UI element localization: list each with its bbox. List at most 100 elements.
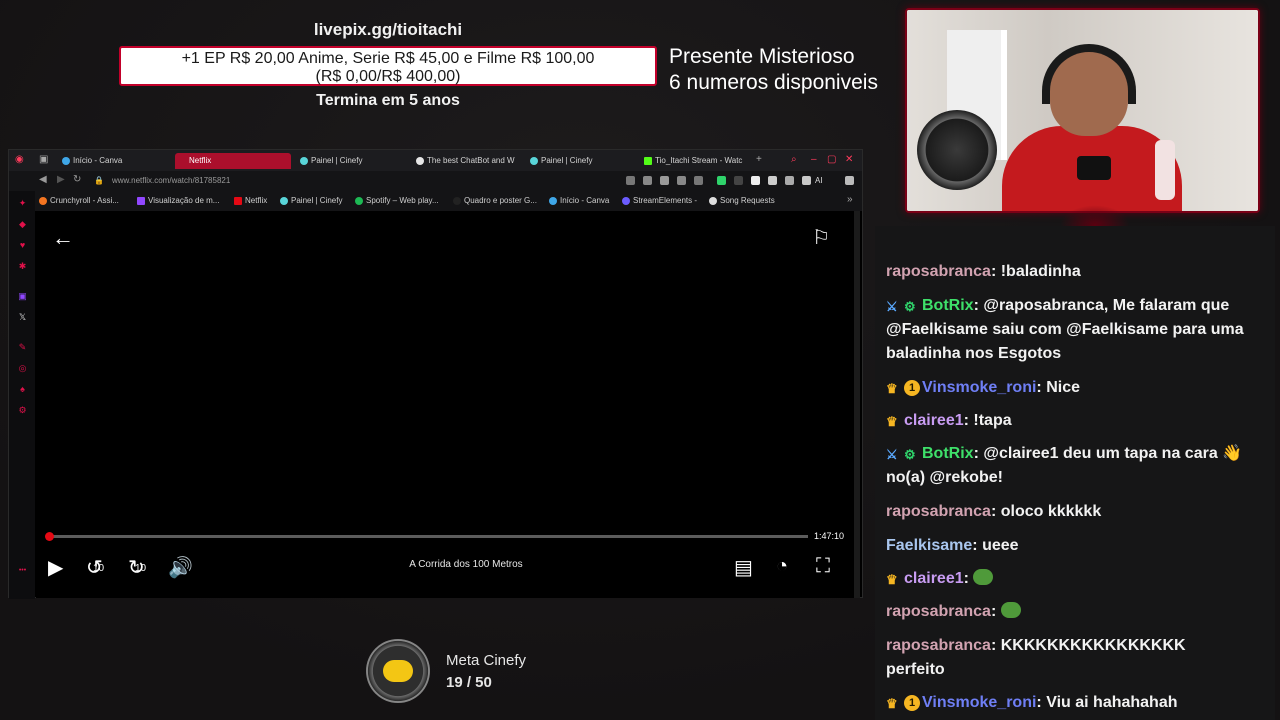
crown-badge-icon: ♛	[886, 572, 898, 587]
close-icon[interactable]: ✕	[845, 154, 853, 165]
tab-cinefy[interactable]: Painel | Cinefy	[297, 153, 409, 169]
chat-text: ueee	[982, 537, 1019, 554]
tab-bar: ◉ ▣ Início - Canva Netflix Painel | Cine…	[9, 150, 862, 171]
chatbot-icon	[416, 157, 424, 165]
sidebar-app-icon[interactable]: ✦	[18, 199, 27, 208]
goal-description: +1 EP R$ 20,00 Anime, Serie R$ 45,00 e F…	[181, 50, 595, 67]
chat-username[interactable]: raposabranca	[886, 603, 991, 620]
fullscreen-icon[interactable]: ⛶	[816, 555, 830, 578]
video-player[interactable]: ← ⚐ 1:47:10 ▶ ↺ 10 ↻ 10 🔊 A Corrida dos …	[36, 211, 856, 598]
browser-logo-icon[interactable]: ◉	[15, 154, 24, 165]
maximize-icon[interactable]: ▢	[827, 154, 836, 165]
lock-icon: 🔒	[94, 176, 104, 185]
sidebar-toggle-icon[interactable]	[845, 176, 854, 185]
reader-icon[interactable]	[643, 176, 652, 185]
volume-icon[interactable]: 🔊	[168, 555, 193, 580]
tab-netflix[interactable]: Netflix	[175, 153, 291, 169]
chat-username[interactable]: BotRix	[922, 445, 974, 462]
bookmark-cinefy[interactable]: Painel | Cinefy	[280, 196, 342, 205]
x-icon[interactable]: 𝕏	[18, 313, 27, 322]
tab-chatbot[interactable]: The best ChatBot and W	[413, 153, 525, 169]
bookmark-streamelements[interactable]: StreamElements -	[622, 196, 697, 205]
pepe-emote-icon	[1000, 602, 1021, 618]
playback-speed-icon[interactable]: ◔	[776, 555, 788, 578]
bot-badge-icon: ⚙	[904, 299, 916, 314]
play-icon[interactable]	[677, 176, 686, 185]
settings-icon[interactable]: ⚙	[18, 406, 27, 415]
chat-username[interactable]: Vinsmoke_roni	[922, 379, 1036, 396]
chat-username[interactable]: raposabranca	[886, 503, 991, 520]
browser-sidebar: ✦ ◆ ♥ ✱ ▣ 𝕏 ✎ ◎ ♠ ⚙ •••	[9, 191, 35, 599]
play-icon[interactable]: ▶	[48, 555, 63, 580]
bookmark-netflix[interactable]: Netflix	[234, 196, 267, 205]
back-icon[interactable]: ◀	[39, 174, 47, 185]
progress-knob[interactable]	[45, 532, 55, 541]
progress-bar[interactable]	[45, 532, 808, 541]
forward-icon[interactable]: ▶	[57, 174, 65, 185]
netflix-icon	[234, 197, 242, 205]
sidebar-app-icon[interactable]: ◆	[18, 220, 27, 229]
sidebar-app-icon[interactable]: ♥	[18, 241, 27, 250]
goal-count: 19 / 50	[446, 674, 492, 691]
workspaces-icon[interactable]: ▣	[39, 154, 48, 165]
sidebar-app-icon[interactable]: ◎	[18, 364, 27, 373]
sidebar-app-icon[interactable]: ✱	[18, 262, 27, 271]
bookmark-label: StreamElements -	[633, 196, 698, 205]
new-tab-icon[interactable]: +	[756, 154, 762, 165]
tab-kick-stream[interactable]: Tio_Itachi Stream - Watc	[641, 153, 753, 169]
chat-username[interactable]: clairee1	[904, 412, 964, 429]
screenshot-icon[interactable]	[626, 176, 635, 185]
sidebar-app-icon[interactable]: ♠	[18, 385, 27, 394]
chat-username[interactable]: raposabranca	[886, 263, 991, 280]
page-scrollbar[interactable]	[854, 211, 860, 598]
gift-icon[interactable]	[694, 176, 703, 185]
chat-username[interactable]: raposabranca	[886, 637, 991, 654]
extension-icon[interactable]	[751, 176, 760, 185]
chat-message: ♛ clairee1:	[886, 567, 1244, 591]
report-flag-icon[interactable]: ⚐	[812, 225, 830, 250]
bookmark-canva[interactable]: Início - Canva	[549, 196, 609, 205]
tab-cinefy-2[interactable]: Painel | Cinefy	[527, 153, 639, 169]
subscriber-badge-icon: 1	[904, 695, 920, 711]
goal-progress: (R$ 0,00/R$ 400,00)	[315, 68, 461, 85]
sidebar-app-icon[interactable]: ✎	[18, 343, 27, 352]
minimize-icon[interactable]: –	[811, 154, 817, 165]
shield-icon[interactable]	[660, 176, 669, 185]
chat-text: !baladinha	[1000, 263, 1081, 280]
sidebar-more-icon[interactable]: •••	[18, 566, 27, 575]
chat-message: raposabranca: !baladinha	[886, 263, 1081, 280]
bookmark-song-requests[interactable]: Song Requests	[709, 196, 775, 205]
bookmarks-bar: Crunchyroll - Assi... Visualização de m.…	[9, 191, 862, 211]
chat-username[interactable]: Vinsmoke_roni	[922, 694, 1036, 711]
bot-badge-icon: ⚙	[904, 447, 916, 462]
bookmarks-overflow-icon[interactable]: »	[847, 194, 853, 205]
canva-icon	[62, 157, 70, 165]
extension-icon[interactable]	[734, 176, 743, 185]
ai-extension-label[interactable]: AI	[815, 176, 823, 185]
chat-message: ♛ 1 Vinsmoke_roni: Viu ai hahahahah	[886, 694, 1178, 711]
extension-green-icon[interactable]	[717, 176, 726, 185]
subtitles-icon[interactable]: ▤	[734, 555, 753, 580]
chat-username[interactable]: BotRix	[922, 297, 974, 314]
chat-message: Faelkisame: ueee	[886, 537, 1019, 554]
song-requests-icon	[709, 197, 717, 205]
back-arrow-icon[interactable]: ←	[52, 225, 74, 251]
twitch-icon[interactable]: ▣	[18, 292, 27, 301]
extension-icon[interactable]	[785, 176, 794, 185]
bookmark-spotify[interactable]: Spotify – Web play...	[355, 196, 439, 205]
url-field[interactable]: www.netflix.com/watch/81785821	[112, 176, 230, 185]
bookmark-quadro[interactable]: Quadro e poster G...	[453, 196, 537, 205]
bookmark-twitch[interactable]: Visualização de m...	[137, 196, 219, 205]
extension-icon[interactable]	[768, 176, 777, 185]
shirt-logo	[1077, 156, 1111, 180]
bookmark-label: Visualização de m...	[148, 196, 220, 205]
chat-username[interactable]: Faelkisame	[886, 537, 972, 554]
bookmark-label: Spotify – Web play...	[366, 196, 439, 205]
search-tabs-icon[interactable]: ⌕	[791, 154, 797, 165]
tab-canva[interactable]: Início - Canva	[59, 153, 171, 169]
reload-icon[interactable]: ↻	[73, 174, 81, 185]
chat-username[interactable]: clairee1	[904, 570, 964, 587]
subscriber-badge-icon: 1	[904, 380, 920, 396]
bookmark-crunchyroll[interactable]: Crunchyroll - Assi...	[39, 196, 119, 205]
extension-icon[interactable]	[802, 176, 811, 185]
